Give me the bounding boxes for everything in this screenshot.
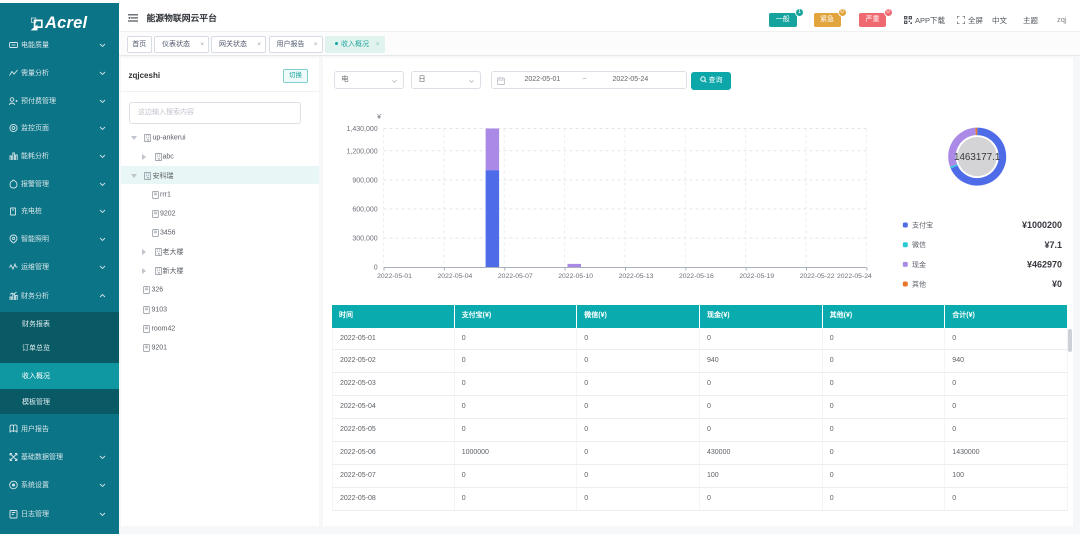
svg-text:¥462970: ¥462970 [1026, 260, 1061, 270]
svg-text:2022-05-01: 2022-05-01 [377, 273, 412, 280]
svg-text:2022-05-22: 2022-05-22 [799, 273, 834, 280]
svg-text:¥1000200: ¥1000200 [1021, 220, 1061, 230]
svg-text:2022-05-13: 2022-05-13 [618, 273, 653, 280]
svg-text:300,000: 300,000 [352, 235, 377, 242]
svg-text:2022-05-10: 2022-05-10 [558, 273, 593, 280]
svg-text:2022-05-19: 2022-05-19 [739, 273, 774, 280]
svg-text:¥: ¥ [377, 114, 381, 121]
svg-text:现金: 现金 [912, 260, 926, 269]
svg-text:0: 0 [373, 265, 377, 272]
svg-text:2022-05-16: 2022-05-16 [678, 273, 713, 280]
svg-text:2022-05-07: 2022-05-07 [497, 273, 532, 280]
svg-text:¥0: ¥0 [1051, 279, 1061, 289]
svg-text:微信: 微信 [912, 240, 926, 249]
svg-text:1,430,000: 1,430,000 [346, 126, 377, 133]
svg-text:900,000: 900,000 [352, 177, 377, 184]
svg-text:1,200,000: 1,200,000 [346, 148, 377, 155]
svg-text:¥7.1: ¥7.1 [1044, 240, 1062, 250]
svg-text:1463177.1: 1463177.1 [954, 152, 1000, 163]
svg-text:600,000: 600,000 [352, 206, 377, 213]
svg-text:2022-05-24: 2022-05-24 [837, 273, 872, 280]
svg-text:2022-05-04: 2022-05-04 [437, 273, 472, 280]
svg-text:其他: 其他 [912, 280, 926, 289]
svg-text:支付宝: 支付宝 [912, 221, 933, 230]
